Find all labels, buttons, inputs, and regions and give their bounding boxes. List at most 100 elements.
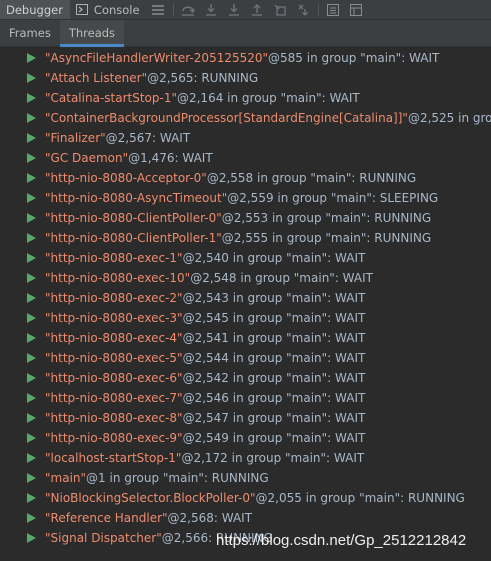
thread-info: @2,546 in group "main": WAIT: [182, 391, 366, 405]
thread-label: "http-nio-8080-exec-4"@2,541 in group "m…: [45, 328, 365, 348]
thread-label: "http-nio-8080-exec-6"@2,542 in group "m…: [45, 368, 365, 388]
thread-row[interactable]: "http-nio-8080-ClientPoller-0"@2,553 in …: [0, 208, 491, 228]
thread-name: "http-nio-8080-exec-3": [45, 311, 183, 325]
thread-row[interactable]: "GC Daemon"@1,476: WAIT: [0, 148, 491, 168]
running-thread-icon: [27, 213, 36, 223]
toolbar-divider: [317, 3, 319, 16]
tab-threads-label: Threads: [68, 26, 116, 40]
step-into-icon[interactable]: [200, 0, 223, 19]
thread-label: "AsyncFileHandlerWriter-205125520"@585 i…: [45, 48, 439, 68]
tab-frames[interactable]: Frames: [0, 20, 60, 46]
thread-name: "Catalina-startStop-1": [45, 91, 177, 105]
running-thread-icon: [27, 233, 36, 243]
thread-row[interactable]: "http-nio-8080-exec-4"@2,541 in group "m…: [0, 328, 491, 348]
thread-row[interactable]: "http-nio-8080-ClientPoller-1"@2,555 in …: [0, 228, 491, 248]
running-thread-icon: [27, 373, 36, 383]
drop-frame-icon[interactable]: [269, 0, 292, 19]
thread-info: @2,525 in group: [407, 111, 491, 125]
thread-row[interactable]: "http-nio-8080-exec-10"@2,548 in group "…: [0, 268, 491, 288]
thread-name: "Finalizer": [45, 131, 106, 145]
thread-label: "Finalizer"@2,567: WAIT: [45, 128, 190, 148]
thread-name: "Signal Dispatcher": [45, 531, 162, 545]
step-out-icon[interactable]: [246, 0, 269, 19]
thread-row[interactable]: "http-nio-8080-AsyncTimeout"@2,559 in gr…: [0, 188, 491, 208]
thread-label: "http-nio-8080-AsyncTimeout"@2,559 in gr…: [45, 188, 438, 208]
toolbar-divider: [172, 3, 174, 16]
thread-name: "http-nio-8080-AsyncTimeout": [45, 191, 228, 205]
thread-info: @2,547 in group "main": WAIT: [182, 411, 366, 425]
thread-info: @2,541 in group "main": WAIT: [182, 331, 366, 345]
thread-name: "main": [45, 471, 87, 485]
thread-name: "http-nio-8080-exec-4": [45, 331, 183, 345]
thread-label: "http-nio-8080-exec-8"@2,547 in group "m…: [45, 408, 365, 428]
thread-label: "http-nio-8080-exec-5"@2,544 in group "m…: [45, 348, 365, 368]
thread-row[interactable]: "Catalina-startStop-1"@2,164 in group "m…: [0, 88, 491, 108]
tab-threads[interactable]: Threads: [59, 20, 125, 47]
thread-label: "http-nio-8080-exec-9"@2,549 in group "m…: [45, 428, 365, 448]
thread-name: "http-nio-8080-exec-10": [45, 271, 191, 285]
hamburger-icon[interactable]: [147, 0, 170, 19]
subtab-bar: Frames Threads: [0, 20, 491, 47]
thread-name: "http-nio-8080-exec-8": [45, 411, 183, 425]
thread-row[interactable]: "http-nio-8080-exec-3"@2,545 in group "m…: [0, 308, 491, 328]
thread-row[interactable]: "http-nio-8080-exec-1"@2,540 in group "m…: [0, 248, 491, 268]
thread-row[interactable]: "http-nio-8080-exec-9"@2,549 in group "m…: [0, 428, 491, 448]
thread-name: "Attach Listener": [45, 71, 148, 85]
thread-name: "GC Daemon": [45, 151, 129, 165]
thread-row[interactable]: "AsyncFileHandlerWriter-205125520"@585 i…: [0, 48, 491, 68]
force-step-into-icon[interactable]: [223, 0, 246, 19]
thread-name: "ContainerBackgroundProcessor[StandardEn…: [45, 111, 408, 125]
running-thread-icon: [27, 453, 36, 463]
running-thread-icon: [27, 333, 36, 343]
thread-row[interactable]: "Signal Dispatcher"@2,566: RUNNING: [0, 528, 491, 548]
thread-info: @2,548 in group "main": WAIT: [190, 271, 373, 285]
run-to-cursor-icon[interactable]: [292, 0, 315, 19]
thread-row[interactable]: "http-nio-8080-exec-8"@2,547 in group "m…: [0, 408, 491, 428]
thread-row[interactable]: "Finalizer"@2,567: WAIT: [0, 128, 491, 148]
thread-info: @2,566: RUNNING: [161, 531, 273, 545]
thread-row[interactable]: "ContainerBackgroundProcessor[StandardEn…: [0, 108, 491, 128]
thread-name: "Reference Handler": [45, 511, 168, 525]
thread-info: @2,545 in group "main": WAIT: [182, 311, 366, 325]
thread-row[interactable]: "Attach Listener"@2,565: RUNNING: [0, 68, 491, 88]
running-thread-icon: [27, 433, 36, 443]
thread-label: "localhost-startStop-1"@2,172 in group "…: [45, 448, 364, 468]
thread-row[interactable]: "main"@1 in group "main": RUNNING: [0, 468, 491, 488]
thread-name: "NioBlockingSelector.BlockPoller-0": [45, 491, 256, 505]
thread-label: "main"@1 in group "main": RUNNING: [45, 468, 269, 488]
restore-layout-icon[interactable]: [345, 0, 368, 19]
thread-row[interactable]: "http-nio-8080-exec-2"@2,543 in group "m…: [0, 288, 491, 308]
running-thread-icon: [27, 413, 36, 423]
thread-info: @2,172 in group "main": WAIT: [181, 451, 365, 465]
thread-row[interactable]: "localhost-startStop-1"@2,172 in group "…: [0, 448, 491, 468]
step-over-icon[interactable]: [177, 0, 200, 19]
running-thread-icon: [27, 513, 36, 523]
thread-row[interactable]: "NioBlockingSelector.BlockPoller-0"@2,05…: [0, 488, 491, 508]
thread-name: "http-nio-8080-Acceptor-0": [45, 171, 207, 185]
tab-debugger[interactable]: Debugger: [0, 0, 70, 19]
thread-label: "http-nio-8080-ClientPoller-0"@2,553 in …: [45, 208, 431, 228]
thread-info: @2,542 in group "main": WAIT: [182, 371, 366, 385]
thread-row[interactable]: "http-nio-8080-exec-6"@2,542 in group "m…: [0, 368, 491, 388]
running-thread-icon: [27, 533, 36, 543]
thread-row[interactable]: "http-nio-8080-exec-7"@2,546 in group "m…: [0, 388, 491, 408]
thread-label: "http-nio-8080-exec-7"@2,546 in group "m…: [45, 388, 365, 408]
thread-label: "NioBlockingSelector.BlockPoller-0"@2,05…: [45, 488, 465, 508]
evaluate-icon[interactable]: [322, 0, 345, 19]
debugger-toolbar: Debugger Console: [0, 0, 491, 20]
tab-console[interactable]: Console: [70, 0, 147, 19]
running-thread-icon: [27, 193, 36, 203]
thread-name: "http-nio-8080-exec-5": [45, 351, 183, 365]
thread-label: "http-nio-8080-exec-3"@2,545 in group "m…: [45, 308, 365, 328]
running-thread-icon: [27, 253, 36, 263]
thread-label: "Signal Dispatcher"@2,566: RUNNING: [45, 528, 273, 548]
thread-name: "http-nio-8080-exec-7": [45, 391, 183, 405]
thread-info: @2,558 in group "main": RUNNING: [206, 171, 417, 185]
running-thread-icon: [27, 493, 36, 503]
thread-label: "GC Daemon"@1,476: WAIT: [45, 148, 213, 168]
thread-info: @2,553 in group "main": RUNNING: [221, 211, 432, 225]
thread-row[interactable]: "http-nio-8080-exec-5"@2,544 in group "m…: [0, 348, 491, 368]
thread-row[interactable]: "http-nio-8080-Acceptor-0"@2,558 in grou…: [0, 168, 491, 188]
thread-row[interactable]: "Reference Handler"@2,568: WAIT: [0, 508, 491, 528]
thread-name: "localhost-startStop-1": [45, 451, 182, 465]
